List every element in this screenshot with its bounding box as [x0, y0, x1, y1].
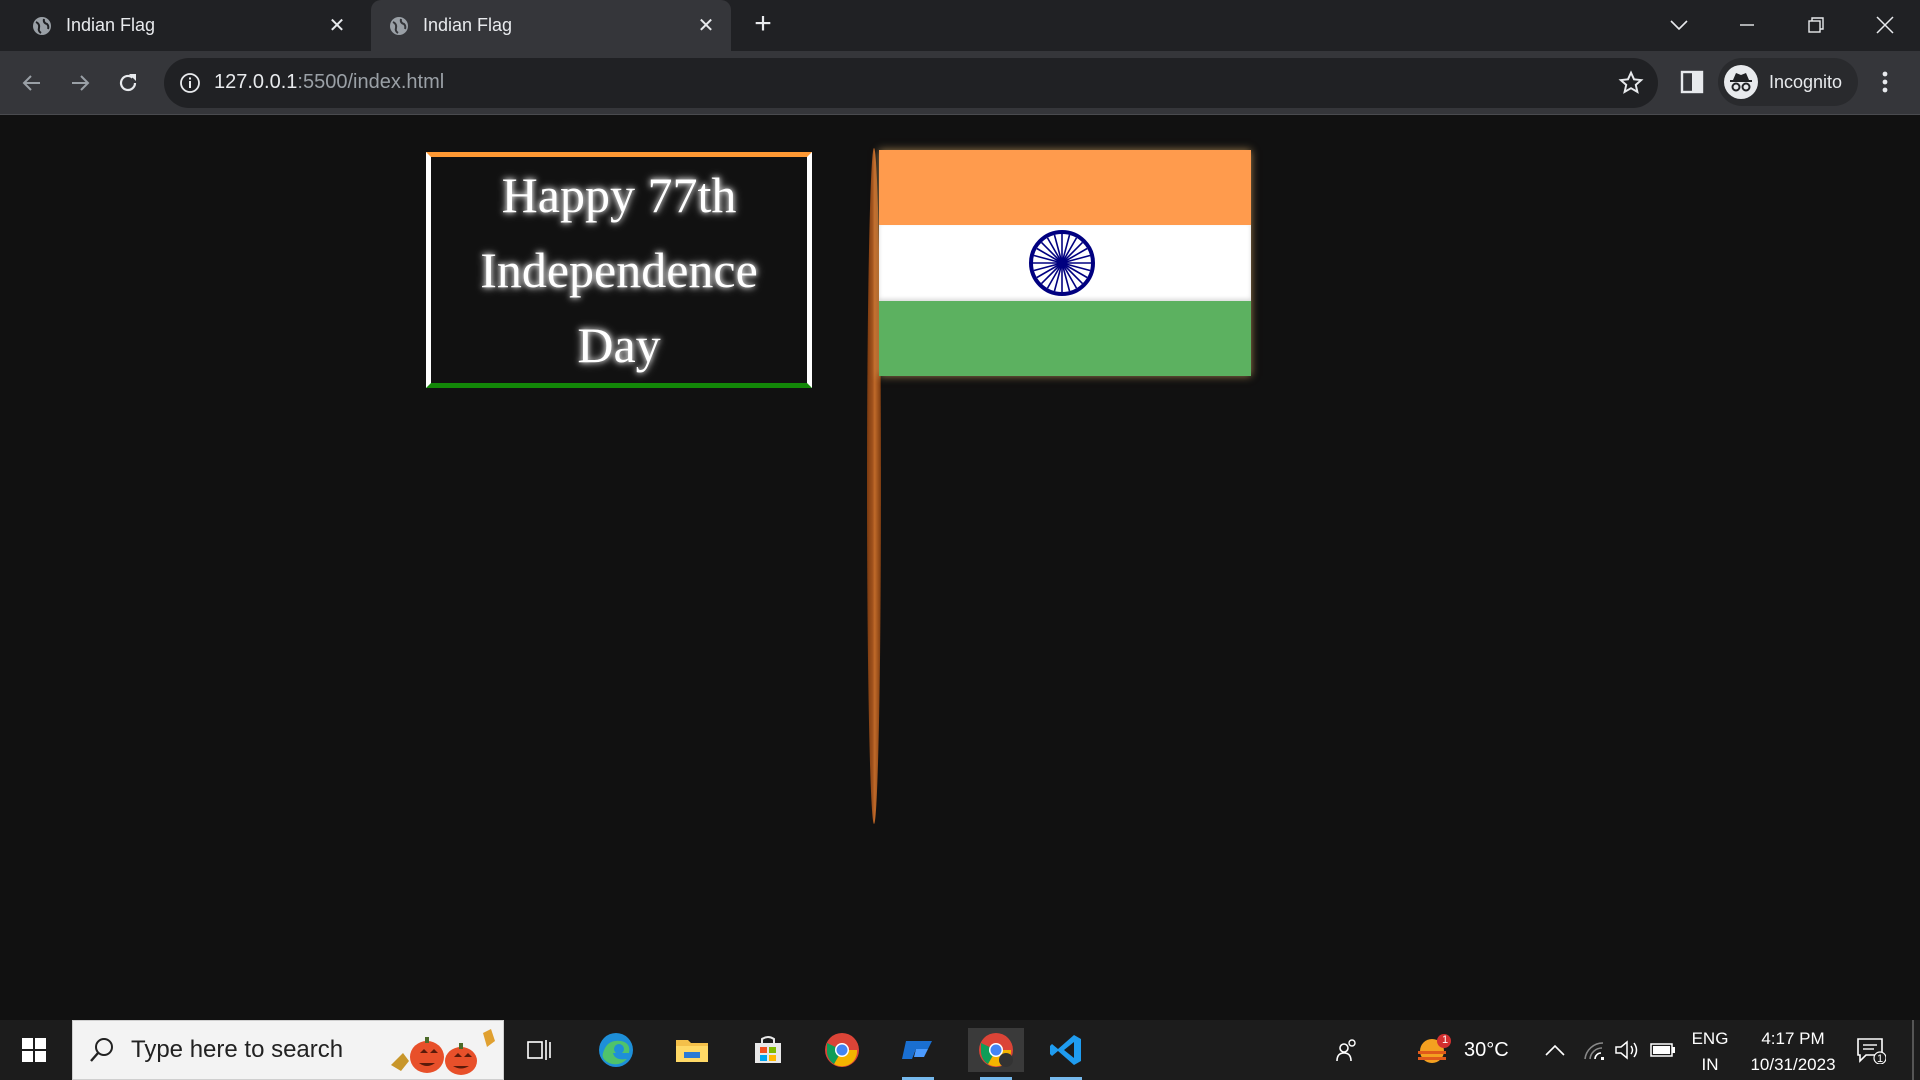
greeting-box: Happy 77th Independence Day — [426, 152, 812, 388]
app-icon[interactable] — [896, 1028, 940, 1080]
tab-indian-flag-2[interactable]: Indian Flag ✕ — [371, 0, 731, 51]
windows-start-icon[interactable] — [14, 1034, 54, 1066]
file-explorer-icon[interactable] — [670, 1028, 714, 1072]
network-icon[interactable] — [1582, 1020, 1606, 1080]
clock-time: 4:17 PM — [1761, 1029, 1825, 1048]
volume-icon[interactable] — [1614, 1020, 1640, 1080]
close-window-icon[interactable] — [1868, 8, 1902, 42]
incognito-profile-button[interactable]: Incognito — [1718, 58, 1858, 106]
close-tab-icon[interactable]: ✕ — [695, 14, 717, 37]
green-stripe — [879, 301, 1251, 376]
side-panel-icon[interactable] — [1678, 68, 1706, 96]
bookmark-star-icon[interactable] — [1618, 70, 1644, 96]
reload-button[interactable] — [110, 65, 146, 101]
tab-title: Indian Flag — [66, 15, 156, 35]
browser-menu-icon[interactable] — [1870, 67, 1900, 97]
greeting-text: Happy 77th Independence Day — [480, 158, 758, 383]
notification-count: 1 — [1876, 1053, 1884, 1065]
task-view-icon[interactable] — [518, 1028, 562, 1072]
ashoka-chakra-icon — [1029, 230, 1095, 296]
url-path: :5500/index.html — [297, 71, 445, 93]
clock-date: 10/31/2023 — [1750, 1055, 1836, 1074]
windows-taskbar: Type here to search 1 30°C ENG IN 4:17 P… — [0, 1020, 1920, 1080]
greeting-line-3: Day — [577, 316, 661, 373]
input-language[interactable]: ENG IN — [1686, 1026, 1734, 1078]
web-page: Happy 77th Independence Day — [0, 116, 1920, 1020]
show-hidden-icons-icon[interactable] — [1544, 1020, 1566, 1080]
incognito-icon — [1724, 65, 1758, 99]
indian-flag — [879, 150, 1251, 376]
chrome-active-icon[interactable] — [968, 1028, 1024, 1080]
lang-region: IN — [1701, 1055, 1719, 1074]
weather-badge: 1 — [1441, 1034, 1449, 1046]
people-icon[interactable] — [1334, 1020, 1360, 1080]
browser-toolbar: 127.0.0.1:5500/index.html Incognito — [0, 51, 1920, 115]
saffron-stripe — [879, 150, 1251, 225]
lang-code: ENG — [1691, 1029, 1729, 1048]
edge-icon[interactable] — [594, 1028, 638, 1072]
greeting-line-2: Independence — [480, 241, 758, 298]
show-desktop-button[interactable] — [1912, 1020, 1914, 1080]
weather-widget[interactable]: 1 30°C — [1414, 1020, 1509, 1080]
globe-icon — [390, 16, 408, 35]
back-button[interactable] — [14, 65, 50, 101]
tab-bar: Indian Flag ✕ Indian Flag ✕ + — [0, 0, 1920, 51]
greeting-line-1: Happy 77th — [501, 166, 737, 223]
url-host: 127.0.0.1 — [214, 71, 298, 93]
close-tab-icon[interactable]: ✕ — [326, 14, 348, 37]
notifications-icon[interactable]: 1 — [1856, 1020, 1886, 1080]
address-bar[interactable]: 127.0.0.1:5500/index.html — [164, 58, 1658, 108]
minimize-icon[interactable] — [1730, 8, 1764, 42]
search-placeholder: Type here to search — [131, 1036, 344, 1063]
vscode-icon[interactable] — [1044, 1028, 1088, 1080]
tab-title: Indian Flag — [423, 15, 513, 35]
search-icon — [90, 1038, 113, 1062]
tab-indian-flag-1[interactable]: Indian Flag ✕ — [0, 0, 362, 51]
new-tab-button[interactable]: + — [748, 9, 778, 40]
forward-button[interactable] — [62, 65, 98, 101]
globe-icon — [33, 16, 51, 35]
restore-icon[interactable] — [1799, 8, 1833, 42]
url-text: 127.0.0.1:5500/index.html — [214, 71, 444, 94]
microsoft-store-icon[interactable] — [746, 1028, 790, 1072]
taskbar-clock[interactable]: 4:17 PM 10/31/2023 — [1738, 1026, 1848, 1078]
halloween-pumpkins-icon[interactable] — [387, 1025, 499, 1077]
site-info-icon[interactable] — [178, 71, 202, 95]
weather-temp: 30°C — [1464, 1038, 1509, 1061]
white-stripe — [879, 225, 1251, 301]
battery-icon[interactable] — [1650, 1020, 1676, 1080]
chrome-icon[interactable] — [820, 1028, 864, 1072]
incognito-label: Incognito — [1769, 71, 1843, 92]
taskbar-search-box[interactable]: Type here to search — [72, 1020, 504, 1080]
tab-search-icon[interactable] — [1662, 8, 1696, 42]
